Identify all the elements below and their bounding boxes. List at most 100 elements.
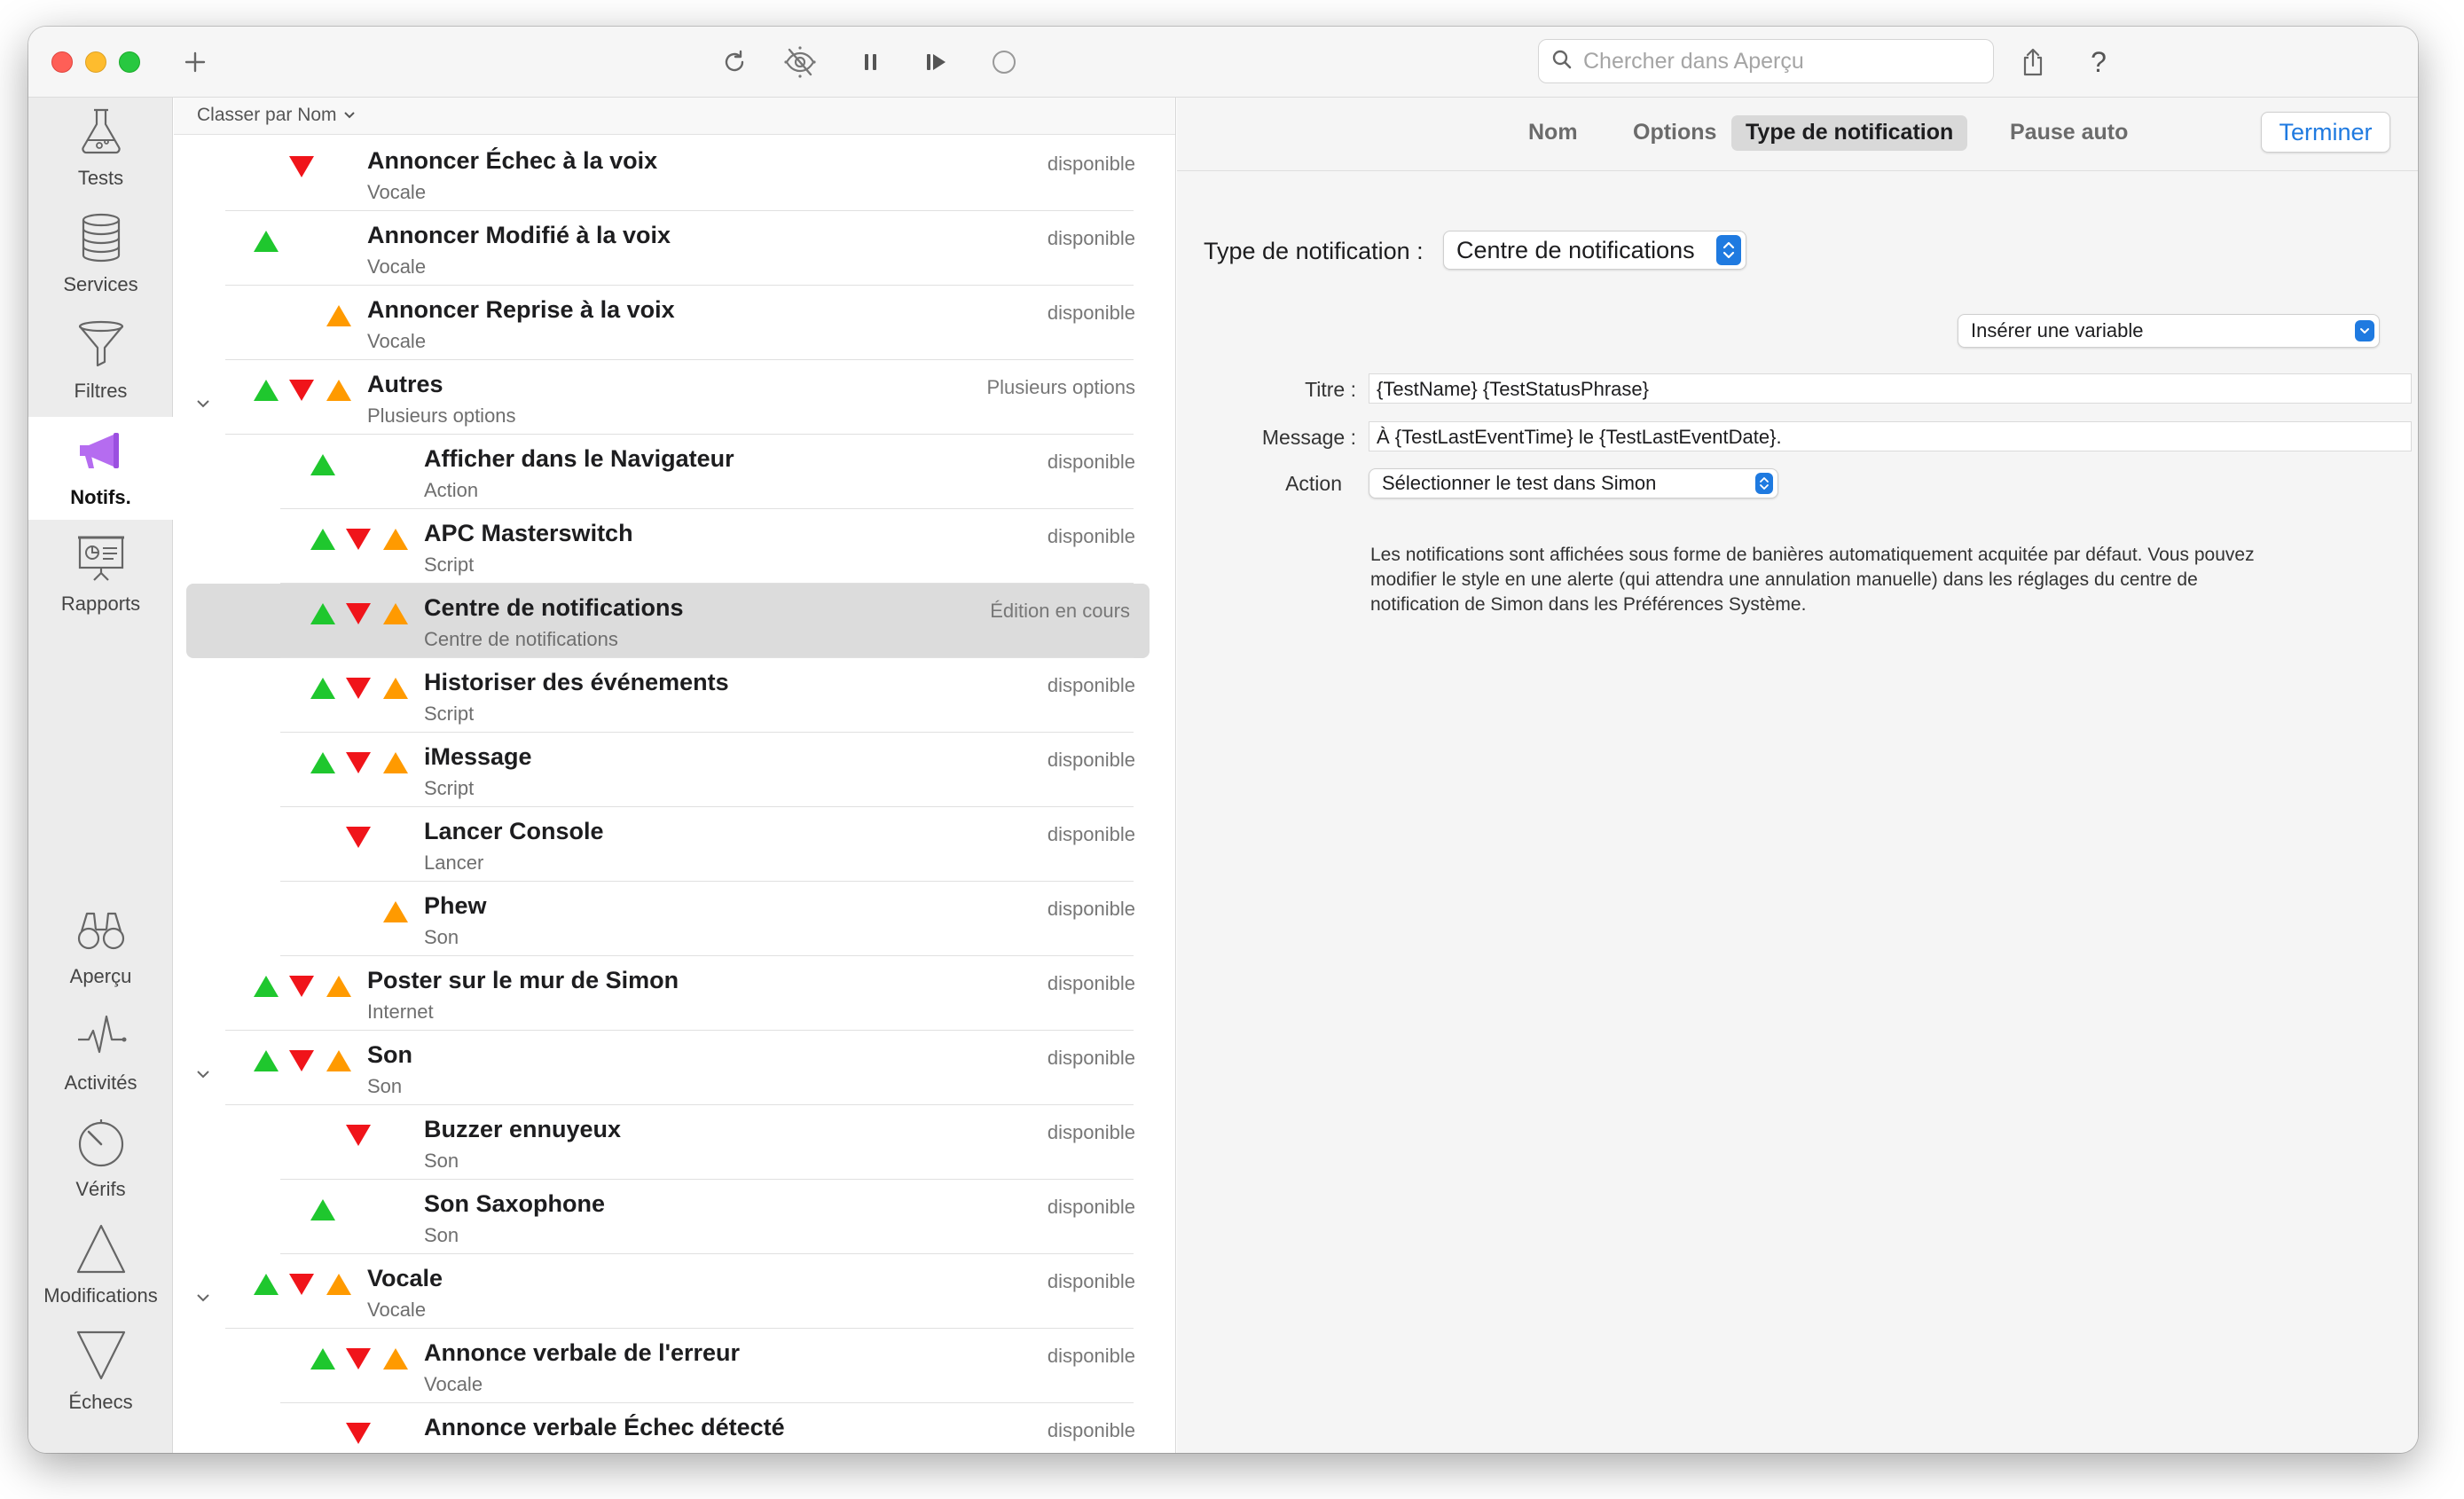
list-item[interactable]: Annonce verbale Échec détecté disponible <box>174 1403 1167 1453</box>
search-input[interactable] <box>1583 48 1974 75</box>
funnel-icon <box>78 320 123 367</box>
flask-icon <box>81 108 121 154</box>
list-item-status: disponible <box>1047 525 1135 547</box>
action-popup[interactable]: Sélectionner le test dans Simon <box>1369 468 1778 498</box>
tab-type-de-notification[interactable]: Type de notification <box>1731 115 1968 151</box>
sidebar-item-label: Rapports <box>60 593 141 615</box>
list-item[interactable]: Annoncer Reprise à la voix Vocale disponib… <box>174 286 1167 360</box>
title-label: Titre : <box>1305 378 1356 401</box>
list-item[interactable]: iMessage Script disponible <box>174 733 1167 807</box>
triangle-down-red-icon <box>346 678 371 699</box>
disclosure-chevron-icon[interactable] <box>193 394 213 413</box>
sidebar-item-label: Services <box>63 273 138 295</box>
sidebar-item-label: Filtres <box>74 380 128 402</box>
step-forward-icon[interactable] <box>919 44 954 80</box>
title-field[interactable]: {TestName} {TestStatusPhrase} <box>1369 373 2412 404</box>
list-item-status: disponible <box>1047 1196 1135 1218</box>
disabled-eye-icon[interactable] <box>782 44 818 80</box>
list-item-title: Annoncer Échec à la voix <box>367 147 658 174</box>
notification-type-popup[interactable]: Centre de notifications <box>1443 231 1746 270</box>
list-item-title: Phew <box>424 892 487 919</box>
chevron-down-icon <box>343 112 355 119</box>
list-group-header[interactable]: Son Son disponible <box>174 1031 1167 1105</box>
triangle-up-green-icon <box>310 1348 335 1370</box>
tab-nom[interactable]: Nom <box>1514 115 1592 151</box>
sidebar-item-rapports[interactable]: Rapports <box>28 523 173 626</box>
sidebar-item-modifications[interactable]: Modifications <box>28 1215 173 1318</box>
sidebar-item-filtres[interactable]: Filtres <box>28 310 173 413</box>
disclosure-chevron-icon[interactable] <box>193 1288 213 1307</box>
list-item[interactable]: Son Saxophone Son disponible <box>174 1180 1167 1254</box>
list-item[interactable]: Lancer Console Lancer disponible <box>174 807 1167 882</box>
sidebar-item-label: Modifications <box>43 1284 158 1307</box>
list-item-status: disponible <box>1047 1047 1135 1069</box>
pulse-icon <box>77 1015 126 1054</box>
list-item[interactable]: Buzzer ennuyeux Son disponible <box>174 1105 1167 1180</box>
message-field[interactable]: À {TestLastEventTime} le {TestLastEventD… <box>1369 421 2412 451</box>
list-item-subtitle: Vocale <box>367 330 427 352</box>
list-item[interactable]: Annoncer Modifié à la voix Vocale disponib… <box>174 211 1167 286</box>
list-item-subtitle: Son <box>424 1224 459 1246</box>
list-item-title: Annonce verbale Échec détecté <box>424 1414 785 1440</box>
list-item[interactable]: Historiser des événements Script disponibl… <box>174 658 1167 733</box>
share-icon[interactable] <box>2015 44 2051 80</box>
chevron-down-icon <box>2355 320 2374 341</box>
list-item-title: Poster sur le mur de Simon <box>367 967 679 993</box>
list-item-selected[interactable]: Centre de notifications Centre de notific… <box>186 584 1150 658</box>
disclosure-chevron-icon[interactable] <box>193 1064 213 1084</box>
sidebar-item-notifs[interactable]: Notifs. <box>28 417 173 520</box>
sidebar-item-echecs[interactable]: Échecs <box>28 1322 173 1424</box>
list-item-subtitle: Vocale <box>424 1373 483 1395</box>
triangle-up-green-icon <box>254 976 279 997</box>
list-item-title: APC Masterswitch <box>424 520 633 546</box>
circle-icon[interactable] <box>986 44 1022 80</box>
sort-label: Classer par Nom <box>197 105 337 125</box>
pause-icon[interactable] <box>853 44 889 80</box>
list-item[interactable]: Afficher dans le Navigateur Action disponi… <box>174 435 1167 509</box>
sidebar-item-apercu[interactable]: Aperçu <box>28 896 173 999</box>
triangle-up-orange-icon <box>383 901 408 922</box>
detail-pane: Nom Options Type de notification Pause a… <box>1177 98 2418 1453</box>
plus-icon[interactable] <box>177 44 213 80</box>
list-item-title: Annonce verbale de l'erreur <box>424 1339 741 1366</box>
sidebar-item-activites[interactable]: Activités <box>28 1002 173 1105</box>
triangle-up-green-icon <box>254 380 279 401</box>
insert-variable-popup[interactable]: Insérer une variable <box>1958 314 2380 348</box>
triangle-down-icon <box>76 1330 125 1380</box>
refresh-icon[interactable] <box>717 44 752 80</box>
toolbar: ? <box>28 27 2418 98</box>
list-item[interactable]: Annoncer Échec à la voix Vocale disponible <box>174 137 1167 211</box>
close-window-button[interactable] <box>51 51 73 73</box>
triangle-down-red-icon <box>346 529 371 550</box>
list-item-subtitle: Son <box>367 1075 403 1097</box>
search-field[interactable] <box>1538 39 1994 83</box>
sort-button[interactable]: Classer par Nom <box>197 105 357 126</box>
tab-options[interactable]: Options <box>1619 115 1730 151</box>
list-item[interactable]: Annonce verbale de l'erreur Vocale disponi… <box>174 1329 1167 1403</box>
triangle-up-green-icon <box>310 678 335 699</box>
list-item-title: iMessage <box>424 743 532 770</box>
sidebar-item-label: Vérifs <box>75 1178 126 1200</box>
sidebar-item-tests[interactable]: Tests <box>28 98 173 200</box>
triangle-up-orange-icon <box>383 529 408 550</box>
action-label: Action <box>1285 472 1342 495</box>
list-group-header[interactable]: Vocale Vocale disponible <box>174 1254 1167 1329</box>
sidebar-item-verifs[interactable]: Vérifs <box>28 1109 173 1212</box>
list-item[interactable]: Poster sur le mur de Simon Internet dispon… <box>174 956 1167 1031</box>
zoom-window-button[interactable] <box>119 51 140 73</box>
search-icon <box>1551 49 1573 75</box>
done-button[interactable]: Terminer <box>2261 112 2390 153</box>
triangle-down-red-icon <box>346 1348 371 1370</box>
list-item-subtitle: Lancer <box>424 852 484 874</box>
list-item[interactable]: APC Masterswitch Script disponible <box>174 509 1167 584</box>
tab-pause-auto[interactable]: Pause auto <box>1996 115 2142 151</box>
list-item[interactable]: Phew Son disponible <box>174 882 1167 956</box>
triangle-up-green-icon <box>310 529 335 550</box>
minimize-window-button[interactable] <box>85 51 106 73</box>
sidebar-item-services[interactable]: Services <box>28 204 173 307</box>
list-group-header[interactable]: Autres Plusieurs options Plusieurs options <box>174 360 1167 435</box>
triangle-up-green-icon <box>310 752 335 773</box>
up-down-chevron-icon <box>1755 473 1773 494</box>
triangle-up-icon <box>76 1224 125 1274</box>
help-icon[interactable]: ? <box>2081 44 2116 80</box>
